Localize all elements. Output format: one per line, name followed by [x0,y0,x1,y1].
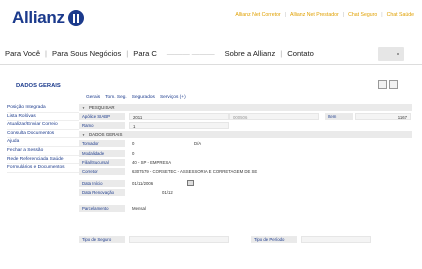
parcelamento-field[interactable]: Mensal [129,205,169,212]
top-link-chat-saude[interactable]: Chat Saúde [387,12,414,18]
sidebar-item-ajuda[interactable]: Ajuda [7,138,79,147]
calendar-icon[interactable] [187,180,194,187]
ramo-field[interactable]: 1 [129,122,229,130]
tab-gerais[interactable]: Gerais [86,95,100,100]
apolice-label: Apólice SIABP [79,113,125,120]
sidebar-item-fechar[interactable]: Fechar a Sessão [7,147,79,156]
data-inicio-label: Data Início [79,180,125,188]
filial-label: Filial/Sucursal [79,158,125,166]
tab-segurados[interactable]: Segurados [132,95,155,100]
allianz-logo[interactable]: Allianz [12,7,84,29]
tomador-field[interactable]: 0 [129,140,169,147]
sidebar-item-formularios[interactable]: Formulários e Documentos [7,164,79,173]
page-title: DADOS GERAIS [16,83,61,89]
top-links: Allianz Net Corretor | Allianz Net Presta… [235,12,414,18]
top-link-prestador[interactable]: Allianz Net Prestador [290,12,339,18]
nav-sobre[interactable]: Sobre a Allianz [220,49,281,58]
nav-search-button[interactable] [378,47,404,61]
modalidade-field[interactable]: 0 [129,150,169,157]
tipo-seguro-label: Tipo de Seguro [79,235,125,243]
sidebar-item-rede[interactable]: Rede Referenciada Saúde [7,156,79,165]
form-panel: PESQUISAR Apólice SIABP 2011 000506 Item… [79,104,412,245]
tipo-periodo-field[interactable] [301,235,371,243]
item-field[interactable]: 1167 [355,113,411,120]
nav-hidden-item[interactable]: ——— ——— [162,49,220,58]
parcelamento-label: Parcelamento [79,204,125,212]
nav-para-voce[interactable]: Para Você [0,49,45,58]
apolice-mid-field[interactable]: 000506 [229,113,319,120]
search-section-header[interactable]: PESQUISAR [79,104,412,111]
sidebar-item-lista[interactable]: Lista Rolóvas [7,113,79,122]
sidebar: Posição Integrada Lista Rolóvas Atualiza… [7,104,79,173]
apolice-field[interactable]: 2011 [129,113,229,120]
tipo-periodo-label: Tipo de Período [251,235,297,243]
tab-tom-seg[interactable]: Tom. Seg. [105,95,127,100]
top-link-chat-seguro[interactable]: Chat Seguro [348,12,377,18]
top-link-corretor[interactable]: Allianz Net Corretor [235,12,280,18]
modalidade-label: Modalidade [79,149,125,157]
data-renovacao-label: Data Renovação [79,189,125,197]
tomador-type: D/A [194,141,202,147]
general-section-header[interactable]: DADOS GERAIS [79,131,412,139]
nav-para-seus-negocios[interactable]: Para Sous Negócios [47,49,126,58]
export-icon[interactable] [389,80,398,89]
allianz-emblem-icon [67,10,84,26]
data-renovacao-field[interactable]: 01/12 [159,189,189,196]
corretor-field[interactable]: 6307579 - CORSETEC - ASSESSORIA E CORRET… [129,168,349,175]
print-icon[interactable] [378,80,387,89]
data-inicio-field[interactable]: 01/11/2006 [129,180,179,187]
logo-text: Allianz [12,8,65,27]
nav-contato[interactable]: Contato [282,49,319,58]
tab-servicos[interactable]: Serviços (+) [160,95,186,100]
main-nav: Para Você | Para Sous Negócios | Para C ——… [0,43,422,65]
tomador-label: Tomador [79,140,125,148]
toolbar-icons [378,80,398,89]
sidebar-item-posicao[interactable]: Posição Integrada [7,104,79,113]
corretor-label: Corretor [79,167,125,175]
subtabs: Gerais Tom. Seg. Segurados Serviços (+) [86,95,186,100]
ramo-label: Ramo [79,122,125,130]
sidebar-item-correio[interactable]: Atualizar/Enviar Correio [7,121,79,130]
filial-field[interactable]: 40 - SP - EMPRESA [129,159,309,166]
nav-para-c[interactable]: Para C [128,49,162,58]
tipo-seguro-field[interactable] [129,235,229,243]
sidebar-item-documentos[interactable]: Consulta Documentos [7,130,79,139]
item-label: Item [325,113,353,120]
